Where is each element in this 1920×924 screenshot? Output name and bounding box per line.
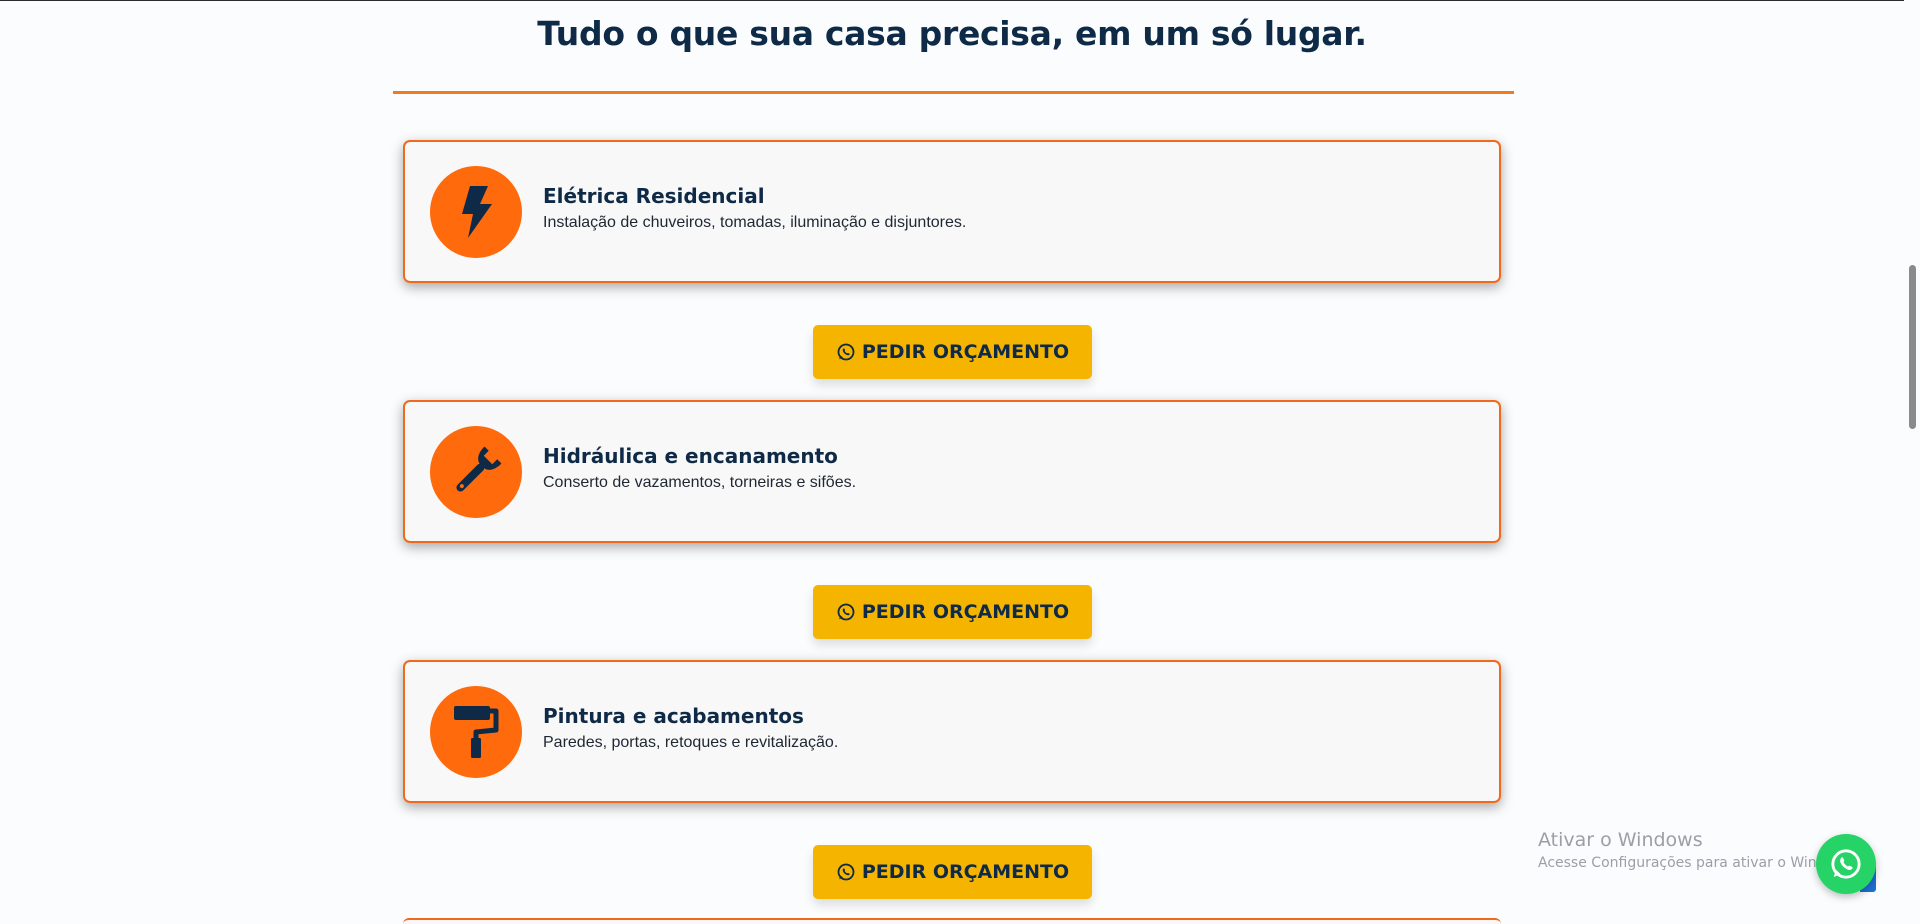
service-title: Hidráulica e encanamento: [543, 444, 838, 468]
request-quote-button[interactable]: PEDIR ORÇAMENTO: [813, 325, 1092, 379]
request-quote-button[interactable]: PEDIR ORÇAMENTO: [813, 585, 1092, 639]
wrench-icon: [430, 426, 522, 518]
service-description: Instalação de chuveiros, tomadas, ilumin…: [543, 214, 967, 231]
paint-roller-icon: [430, 686, 522, 778]
service-title: Elétrica Residencial: [543, 184, 765, 208]
section-title: Tudo o que sua casa precisa, em um só lu…: [537, 14, 1367, 53]
whatsapp-icon: [836, 602, 856, 622]
service-title: Pintura e acabamentos: [543, 704, 804, 728]
service-card-hidraulica: Hidráulica e encanamento Conserto de vaz…: [403, 400, 1501, 543]
scrollbar-thumb[interactable]: [1909, 265, 1916, 429]
whatsapp-floating-button[interactable]: [1816, 834, 1876, 894]
service-description: Paredes, portas, retoques e revitalizaçã…: [543, 734, 839, 751]
next-service-card: [403, 918, 1501, 924]
service-card-eletrica: Elétrica Residencial Instalação de chuve…: [403, 140, 1501, 283]
request-quote-label: PEDIR ORÇAMENTO: [861, 341, 1070, 363]
service-description: Conserto de vazamentos, torneiras e sifõ…: [543, 474, 857, 491]
request-quote-label: PEDIR ORÇAMENTO: [861, 861, 1070, 883]
page-scrollbar[interactable]: [1904, 0, 1920, 923]
title-divider: [393, 91, 1514, 94]
whatsapp-icon: [836, 862, 856, 882]
whatsapp-icon: [1831, 849, 1861, 879]
service-card-pintura: Pintura e acabamentos Paredes, portas, r…: [403, 660, 1501, 803]
request-quote-button[interactable]: PEDIR ORÇAMENTO: [813, 845, 1092, 899]
services-section: Tudo o que sua casa precisa, em um só lu…: [0, 0, 1904, 924]
whatsapp-icon: [836, 342, 856, 362]
windows-activation-watermark: Ativar o Windows Acesse Configurações pa…: [1538, 829, 1857, 872]
watermark-title: Ativar o Windows: [1538, 829, 1703, 851]
request-quote-label: PEDIR ORÇAMENTO: [861, 601, 1070, 623]
lightning-bolt-icon: [430, 166, 522, 258]
watermark-subtitle: Acesse Configurações para ativar o Windo…: [1538, 855, 1858, 871]
